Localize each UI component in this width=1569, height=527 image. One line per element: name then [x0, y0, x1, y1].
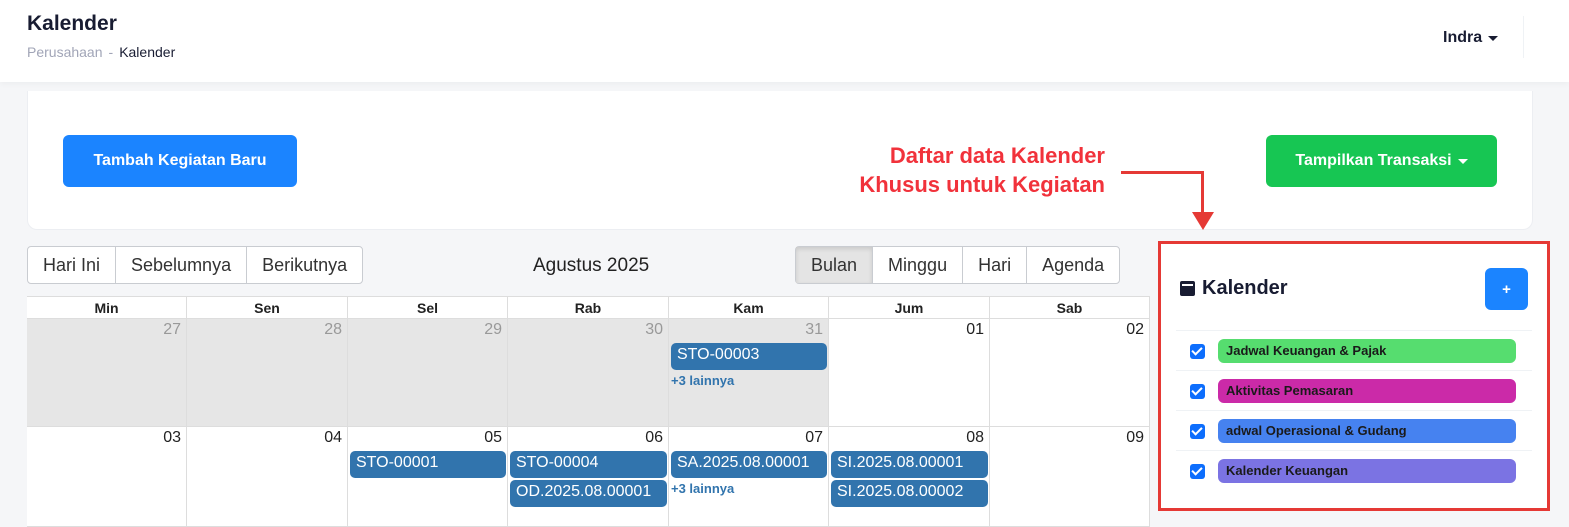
calendar-checkbox[interactable] — [1190, 384, 1205, 399]
annotation-line-2: Khusus untuk Kegiatan — [859, 172, 1105, 197]
day-number[interactable]: 07 — [805, 429, 823, 447]
day-cell[interactable]: 04 — [187, 427, 348, 527]
day-cell[interactable]: 02 — [990, 319, 1150, 427]
day-number[interactable]: 30 — [645, 321, 663, 339]
calendar-event[interactable]: STO-00003 — [671, 343, 827, 370]
calendar-event[interactable]: STO-00001 — [350, 451, 506, 478]
day-number[interactable]: 08 — [966, 429, 984, 447]
breadcrumb: Perusahaan - Kalender — [27, 44, 175, 60]
annotation-text: Daftar data Kalender Khusus untuk Kegiat… — [780, 141, 1105, 199]
month-label: Agustus 2025 — [533, 255, 650, 276]
add-activity-button[interactable]: Tambah Kegiatan Baru — [63, 135, 297, 187]
topbar-divider — [1523, 16, 1524, 58]
day-number[interactable]: 31 — [805, 321, 823, 339]
calendar-list-item: Aktivitas Pemasaran — [1176, 370, 1532, 410]
annotation-arrow-head-icon — [1192, 212, 1214, 230]
view-agenda-button[interactable]: Agenda — [1027, 247, 1119, 283]
weekday-header: Jum — [829, 297, 990, 319]
calendar-checkbox[interactable] — [1190, 344, 1205, 359]
nav-button-group: Hari Ini Sebelumnya Berikutnya — [27, 246, 364, 284]
annotation-line-1: Daftar data Kalender — [889, 143, 1105, 168]
day-number[interactable]: 03 — [163, 429, 181, 447]
calendar-event[interactable]: SA.2025.08.00001 — [671, 451, 827, 478]
weekday-header: Rab — [508, 297, 669, 319]
view-month-button[interactable]: Bulan — [796, 247, 874, 283]
calendar-label[interactable]: Jadwal Keuangan & Pajak — [1218, 339, 1516, 363]
day-cell[interactable]: 29 — [348, 319, 508, 427]
annotation-arrow-line — [1201, 171, 1204, 215]
top-bar: Kalender Perusahaan - Kalender Indra — [0, 0, 1569, 82]
day-cell[interactable]: 03 — [27, 427, 187, 527]
weekday-header: Min — [27, 297, 187, 319]
calendar-checkbox[interactable] — [1190, 424, 1205, 439]
calendar-label[interactable]: adwal Operasional & Gudang — [1218, 419, 1516, 443]
day-number[interactable]: 27 — [163, 321, 181, 339]
caret-down-icon — [1457, 158, 1468, 164]
calendar-label[interactable]: Kalender Keuangan — [1218, 459, 1516, 483]
previous-button[interactable]: Sebelumnya — [116, 247, 248, 283]
add-calendar-button[interactable]: + — [1485, 268, 1528, 310]
calendar-list-item: adwal Operasional & Gudang — [1176, 410, 1532, 450]
day-number[interactable]: 28 — [324, 321, 342, 339]
day-cell[interactable]: 01 — [829, 319, 990, 427]
calendar-event[interactable]: OD.2025.08.00001 — [510, 480, 667, 507]
day-cell[interactable]: 30 — [508, 319, 669, 427]
breadcrumb-current: Kalender — [119, 44, 176, 60]
show-transactions-dropdown[interactable]: Tampilkan Transaksi — [1266, 135, 1497, 187]
day-cell[interactable]: 27 — [27, 319, 187, 427]
calendar-list-title: Kalender — [1202, 277, 1288, 299]
today-button[interactable]: Hari Ini — [28, 247, 117, 283]
user-name: Indra — [1443, 29, 1483, 46]
calendar-checkbox[interactable] — [1190, 464, 1205, 479]
weekday-header: Kam — [669, 297, 829, 319]
show-more-link[interactable]: +3 lainnya — [671, 373, 734, 388]
calendar-event[interactable]: SI.2025.08.00001 — [831, 451, 988, 478]
show-transactions-label: Tampilkan Transaksi — [1295, 152, 1452, 169]
weekday-header: Sab — [990, 297, 1150, 319]
day-number[interactable]: 29 — [484, 321, 502, 339]
day-cell[interactable]: 09 — [990, 427, 1150, 527]
calendar-event[interactable]: STO-00004 — [510, 451, 667, 478]
day-cell[interactable]: 28 — [187, 319, 348, 427]
day-number[interactable]: 05 — [484, 429, 502, 447]
day-number[interactable]: 06 — [645, 429, 663, 447]
calendar-list-item: Kalender Keuangan — [1176, 450, 1532, 490]
view-day-button[interactable]: Hari — [963, 247, 1028, 283]
day-number[interactable]: 02 — [1126, 321, 1144, 339]
breadcrumb-separator: - — [108, 44, 114, 60]
weekday-header: Sen — [187, 297, 348, 319]
next-button[interactable]: Berikutnya — [247, 247, 362, 283]
calendar-list-item: Jadwal Keuangan & Pajak — [1176, 330, 1532, 370]
day-number[interactable]: 04 — [324, 429, 342, 447]
calendar-label[interactable]: Aktivitas Pemasaran — [1218, 379, 1516, 403]
calendar-event[interactable]: SI.2025.08.00002 — [831, 480, 988, 507]
view-week-button[interactable]: Minggu — [873, 247, 964, 283]
show-more-link[interactable]: +3 lainnya — [671, 481, 734, 496]
annotation-arrow-line — [1121, 171, 1204, 174]
day-number[interactable]: 01 — [966, 321, 984, 339]
page-title: Kalender — [27, 12, 117, 35]
breadcrumb-parent[interactable]: Perusahaan — [27, 44, 103, 60]
day-number[interactable]: 09 — [1126, 429, 1144, 447]
weekday-header: Sel — [348, 297, 508, 319]
view-button-group: Bulan Minggu Hari Agenda — [795, 246, 1121, 284]
caret-down-icon — [1488, 35, 1499, 41]
user-menu[interactable]: Indra — [1443, 29, 1499, 47]
calendar-icon — [1180, 281, 1195, 296]
